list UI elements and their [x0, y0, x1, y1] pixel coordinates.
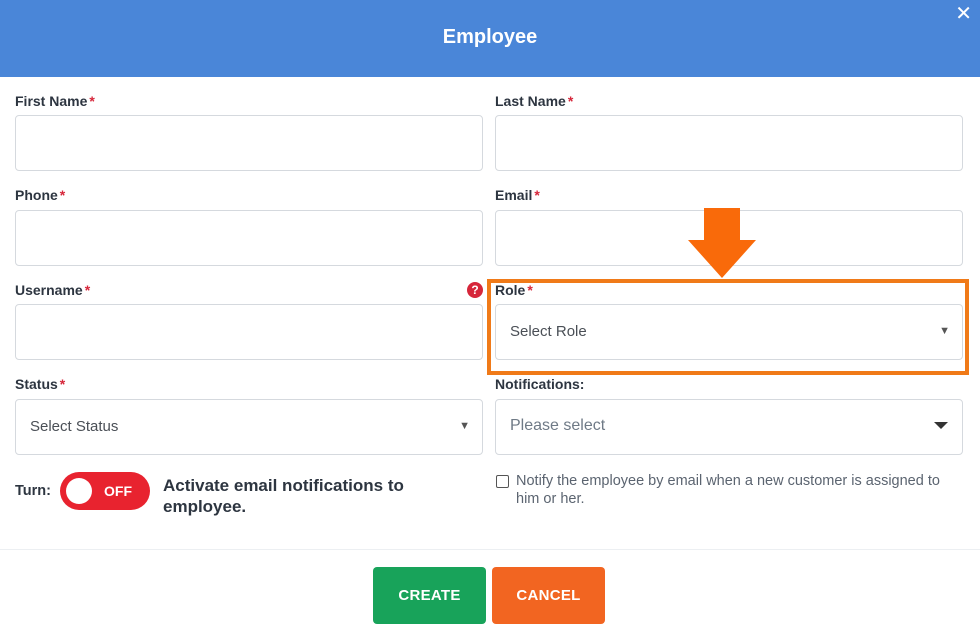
- status-label-text: Status: [15, 376, 58, 392]
- required-mark: *: [59, 187, 66, 203]
- caret-down-icon: [934, 422, 948, 429]
- first-name-input[interactable]: [15, 115, 483, 171]
- caret-down-icon: ▼: [459, 420, 470, 432]
- role-highlight-box: [487, 279, 969, 375]
- last-name-label: Last Name *: [495, 93, 573, 109]
- phone-label-text: Phone: [15, 187, 58, 203]
- modal-header: Employee ✕: [0, 0, 980, 77]
- notify-employee-checkbox[interactable]: [496, 475, 509, 488]
- required-mark: *: [567, 93, 574, 109]
- phone-input[interactable]: [15, 210, 483, 266]
- turn-label: Turn:: [15, 483, 51, 499]
- toggle-state-text: OFF: [104, 483, 132, 499]
- first-name-label-text: First Name: [15, 93, 88, 109]
- notifications-select[interactable]: Please select: [495, 399, 963, 455]
- modal-title: Employee: [442, 26, 538, 48]
- notify-employee-text: Notify the employee by email when a new …: [516, 473, 940, 507]
- username-label-text: Username: [15, 282, 83, 298]
- close-icon[interactable]: ✕: [955, 4, 972, 24]
- cancel-button[interactable]: CANCEL: [492, 567, 605, 624]
- first-name-label: First Name *: [15, 93, 95, 109]
- footer-divider: [0, 549, 980, 550]
- required-mark: *: [89, 93, 95, 109]
- email-label-text: Email: [495, 187, 533, 203]
- notifications-selected-value: Please select: [510, 417, 606, 434]
- email-label: Email *: [495, 187, 540, 203]
- username-label: Username *: [15, 282, 90, 298]
- notifications-label: Notifications:: [495, 376, 585, 392]
- phone-label: Phone *: [15, 187, 65, 203]
- status-select[interactable]: Select Status ▼: [15, 399, 483, 455]
- status-label: Status *: [15, 376, 65, 392]
- username-input[interactable]: [15, 304, 483, 360]
- create-button[interactable]: CREATE: [373, 567, 486, 624]
- required-mark: *: [534, 187, 540, 203]
- required-mark: *: [59, 376, 66, 392]
- toggle-knob: [66, 478, 92, 504]
- last-name-input[interactable]: [495, 115, 963, 171]
- last-name-label-text: Last Name: [495, 93, 566, 109]
- arrow-down-icon: [688, 208, 756, 278]
- activate-notifications-text: Activate email notifications to employee…: [163, 476, 404, 516]
- help-icon[interactable]: ?: [467, 282, 483, 298]
- required-mark: *: [84, 282, 91, 298]
- status-selected-value: Select Status: [30, 418, 119, 435]
- email-notification-toggle[interactable]: OFF: [60, 472, 150, 510]
